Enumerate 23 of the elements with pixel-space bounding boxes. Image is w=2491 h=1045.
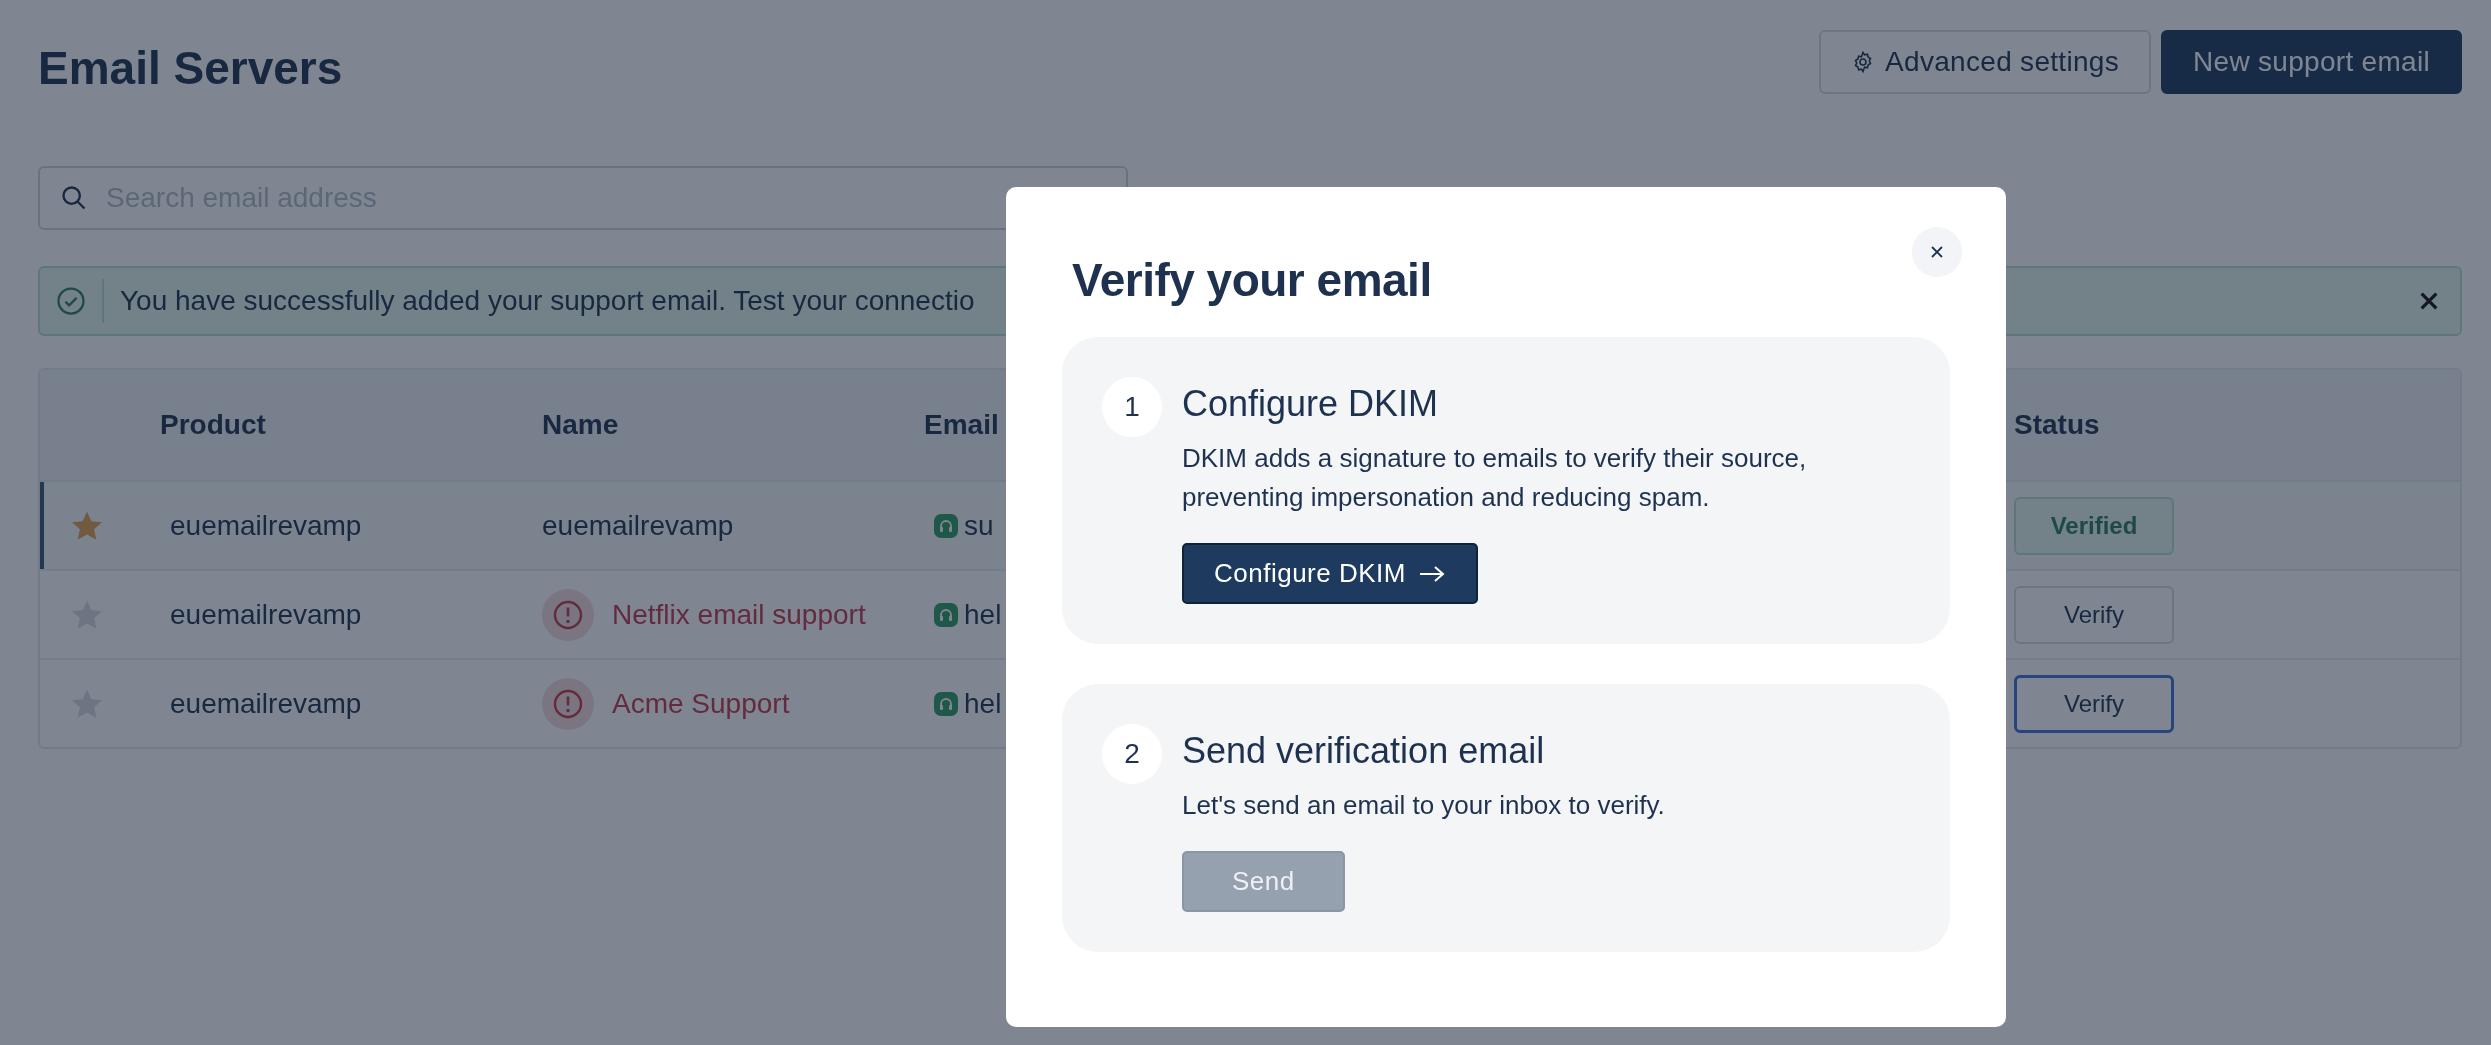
step-number: 2	[1102, 724, 1162, 784]
email-address: su	[964, 509, 994, 542]
verified-badge: Verified	[2014, 496, 2174, 555]
column-header: Name	[542, 409, 620, 441]
step-title: Send verification email	[1182, 730, 1546, 772]
step-title: Configure DKIM	[1182, 383, 1440, 425]
table-cell-text: euemailrevamp	[169, 509, 363, 542]
server-name: Acme Support	[612, 687, 790, 720]
table-cell-text: euemailrevamp	[169, 598, 363, 631]
dialog-title: Verify your email	[1072, 253, 1432, 307]
column-header: Email	[924, 409, 1000, 441]
server-name: Netflix email support	[612, 598, 866, 631]
step-description: Let's send an email to your inbox to verify.	[1182, 789, 1665, 822]
step-description: DKIM adds a signature to emails to verify their source, preventing impersonation and reducing spam.	[1182, 442, 1808, 514]
column-header: Product	[160, 409, 267, 441]
email-address: hel	[964, 687, 1002, 720]
alert-message: You have successfully added your support email. Test your connectio	[120, 285, 975, 317]
table-cell-text: euemailrevamp	[542, 509, 735, 542]
step-number: 1	[1102, 377, 1162, 437]
email-address: hel	[964, 598, 1002, 631]
table-cell-text: euemailrevamp	[169, 687, 363, 720]
column-header: Status	[2014, 409, 2101, 441]
page-title: Email Servers	[38, 41, 343, 95]
